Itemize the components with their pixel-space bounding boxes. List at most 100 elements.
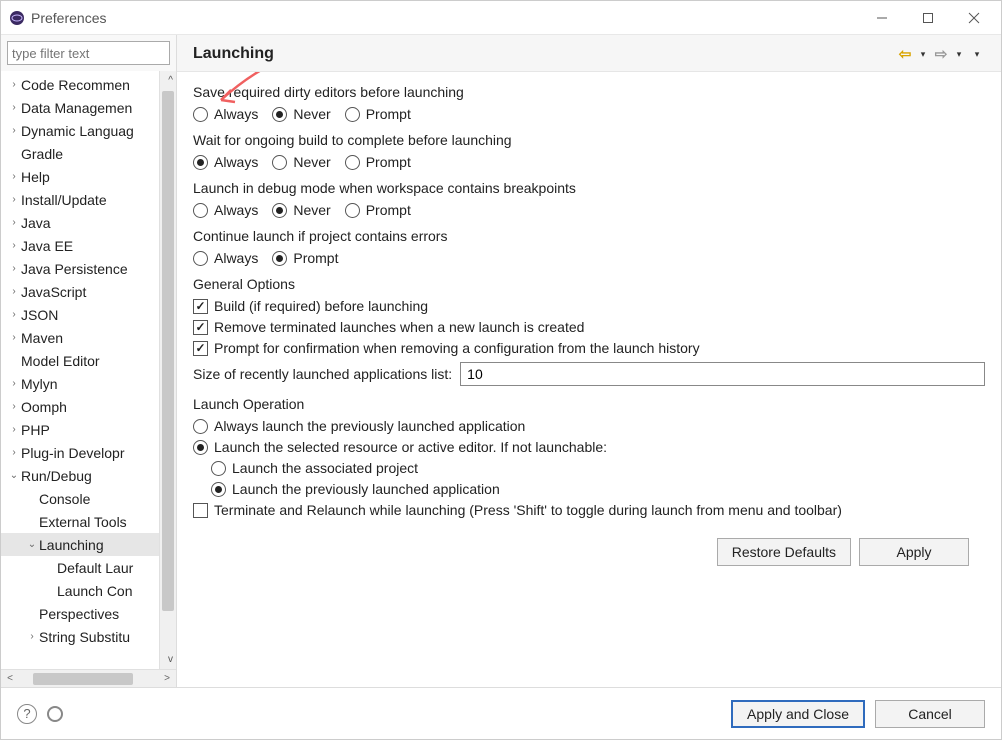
progress-icon [47,706,63,722]
save-dirty-title: Save required dirty editors before launc… [193,84,985,100]
tree-item[interactable]: ›Mylyn [1,372,176,395]
tree-item[interactable]: ›String Substitu [1,625,176,648]
chevron-down-icon: ⌄ [25,539,39,550]
launch-op-assoc-project[interactable]: Launch the associated project [211,460,418,476]
debug-bp-prompt[interactable]: Prompt [345,202,411,218]
tree-item[interactable]: Launch Con [1,579,176,602]
build-before-checkbox[interactable]: Build (if required) before launching [193,298,985,314]
debug-bp-never[interactable]: Never [272,202,330,218]
tree-item-label: Oomph [21,399,67,415]
back-menu-icon[interactable]: ▾ [915,46,931,62]
launch-op-previous-app[interactable]: Launch the previously launched applicati… [211,481,500,497]
tree-item[interactable]: ›JavaScript [1,280,176,303]
chevron-right-icon: › [7,401,21,412]
history-size-input[interactable] [460,362,985,386]
right-pane: Launching ⇦ ▾ ⇨ ▾ ▾ Save required dirty … [177,35,1001,687]
tree-item[interactable]: ›Data Managemen [1,96,176,119]
preference-tree[interactable]: ›Code Recommen›Data Managemen›Dynamic La… [1,71,176,669]
general-options-title: General Options [193,276,985,292]
tree-item-label: JavaScript [21,284,86,300]
filter-input[interactable] [7,41,170,65]
save-dirty-never[interactable]: Never [272,106,330,122]
eclipse-icon [9,10,25,26]
tree-item-label: JSON [21,307,58,323]
tree-item[interactable]: ⌄Launching [1,533,176,556]
help-icon[interactable]: ? [17,704,37,724]
tree-item[interactable]: ›JSON [1,303,176,326]
tree-item-label: Code Recommen [21,77,130,93]
view-menu-icon[interactable]: ▾ [969,46,985,62]
tree-item[interactable]: ›Help [1,165,176,188]
tree-item-label: Launching [39,537,104,553]
back-icon[interactable]: ⇦ [897,46,913,62]
save-dirty-always[interactable]: Always [193,106,258,122]
tree-item[interactable]: Model Editor [1,349,176,372]
close-button[interactable] [951,3,997,33]
tree-item[interactable]: External Tools [1,510,176,533]
tree-item[interactable]: Default Laur [1,556,176,579]
tree-item-label: PHP [21,422,50,438]
tree-item-label: Launch Con [57,583,133,599]
tree-item[interactable]: Gradle [1,142,176,165]
tree-item[interactable]: ›Java [1,211,176,234]
launch-op-always-previous[interactable]: Always launch the previously launched ap… [193,418,985,434]
chevron-right-icon: › [7,263,21,274]
forward-icon[interactable]: ⇨ [933,46,949,62]
chevron-right-icon: › [7,332,21,343]
tree-item-label: Java EE [21,238,73,254]
tree-item[interactable]: Perspectives [1,602,176,625]
launch-op-title: Launch Operation [193,396,985,412]
tree-item[interactable]: ›PHP [1,418,176,441]
tree-item[interactable]: ›Dynamic Languag [1,119,176,142]
maximize-button[interactable] [905,3,951,33]
chevron-right-icon: › [7,447,21,458]
tree-item[interactable]: ⌄Run/Debug [1,464,176,487]
tree-item-label: String Substitu [39,629,130,645]
chevron-right-icon: › [7,102,21,113]
footer: ? Apply and Close Cancel [1,687,1001,739]
wait-build-never[interactable]: Never [272,154,330,170]
tree-item[interactable]: ›Plug-in Developr [1,441,176,464]
tree-vertical-scrollbar[interactable]: ^ v [159,71,176,669]
tree-item[interactable]: ›Oomph [1,395,176,418]
history-size-label: Size of recently launched applications l… [193,366,452,382]
restore-defaults-button[interactable]: Restore Defaults [717,538,851,566]
page-header: Launching ⇦ ▾ ⇨ ▾ ▾ [177,35,1001,72]
tree-item-label: Console [39,491,90,507]
wait-build-title: Wait for ongoing build to complete befor… [193,132,985,148]
chevron-right-icon: › [7,171,21,182]
save-dirty-prompt[interactable]: Prompt [345,106,411,122]
chevron-right-icon: › [25,631,39,642]
terminate-relaunch-checkbox[interactable]: Terminate and Relaunch while launching (… [193,502,985,518]
continue-errors-always[interactable]: Always [193,250,258,266]
tree-horizontal-scrollbar[interactable]: < > [1,669,176,687]
tree-item-label: Mylyn [21,376,58,392]
tree-item-label: Dynamic Languag [21,123,134,139]
tree-item[interactable]: ›Maven [1,326,176,349]
apply-button[interactable]: Apply [859,538,969,566]
chevron-right-icon: › [7,424,21,435]
minimize-button[interactable] [859,3,905,33]
chevron-right-icon: › [7,240,21,251]
continue-errors-prompt[interactable]: Prompt [272,250,338,266]
chevron-right-icon: › [7,79,21,90]
apply-and-close-button[interactable]: Apply and Close [731,700,865,728]
debug-bp-always[interactable]: Always [193,202,258,218]
forward-menu-icon[interactable]: ▾ [951,46,967,62]
chevron-right-icon: › [7,378,21,389]
chevron-right-icon: › [7,125,21,136]
launch-op-selected-resource[interactable]: Launch the selected resource or active e… [193,439,985,455]
chevron-right-icon: › [7,286,21,297]
tree-item[interactable]: ›Install/Update [1,188,176,211]
page-title: Launching [193,45,897,63]
wait-build-prompt[interactable]: Prompt [345,154,411,170]
prompt-remove-history-checkbox[interactable]: Prompt for confirmation when removing a … [193,340,985,356]
remove-terminated-checkbox[interactable]: Remove terminated launches when a new la… [193,319,985,335]
tree-item[interactable]: ›Java Persistence [1,257,176,280]
cancel-button[interactable]: Cancel [875,700,985,728]
tree-item[interactable]: ›Code Recommen [1,73,176,96]
tree-item[interactable]: Console [1,487,176,510]
debug-bp-title: Launch in debug mode when workspace cont… [193,180,985,196]
wait-build-always[interactable]: Always [193,154,258,170]
tree-item[interactable]: ›Java EE [1,234,176,257]
